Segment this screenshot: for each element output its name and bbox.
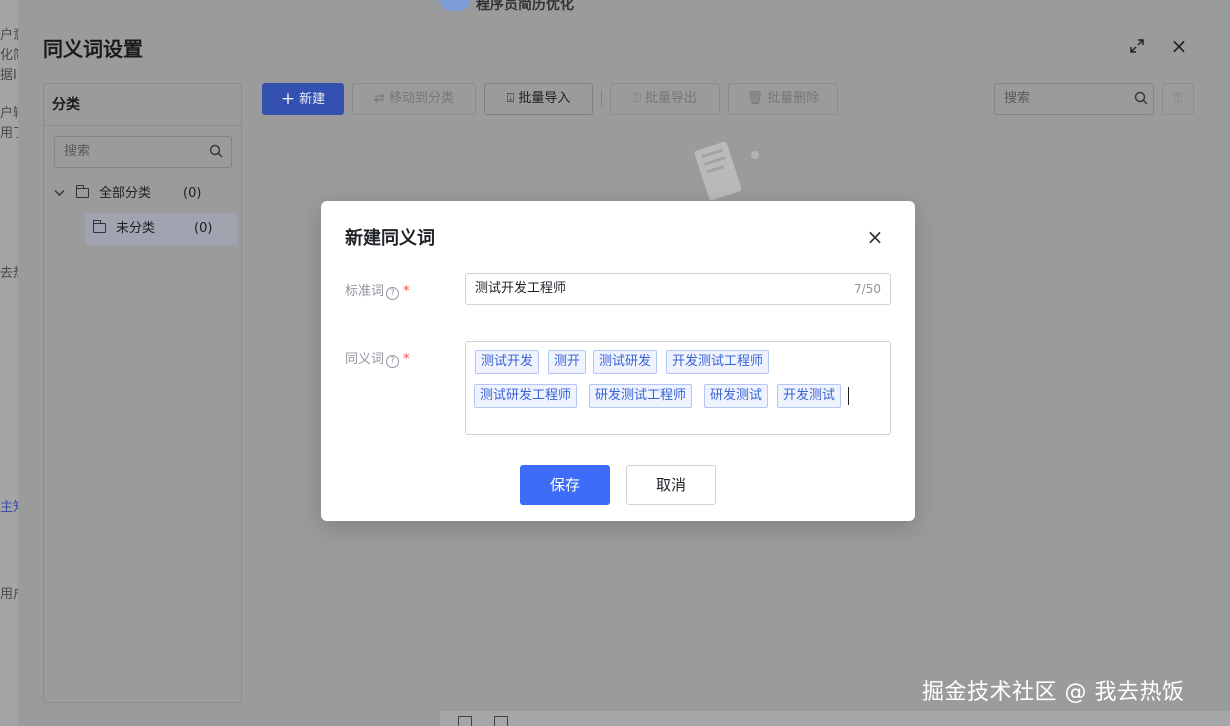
synonym-tag[interactable]: 开发测试工程师 [666, 350, 770, 374]
help-icon[interactable]: ? [386, 287, 400, 300]
folder-icon [494, 716, 508, 726]
synonym-tag[interactable]: 开发测试 [777, 384, 842, 408]
synonym-tag[interactable]: 测试研发 [593, 350, 658, 374]
import-button-label: 批量导入 [518, 91, 571, 106]
standard-word-value: 测试开发工程师 [475, 281, 567, 296]
export-icon: ⍐ [633, 91, 641, 106]
tree-item-uncategorized[interactable]: 未分类 (0) [85, 213, 237, 245]
tree-item-all[interactable]: 全部分类 (0) [54, 178, 234, 210]
plus-icon: + [280, 89, 296, 109]
bg-text-fragment: 用户 [0, 587, 18, 602]
folder-icon [92, 220, 106, 233]
category-search-input[interactable]: 搜索 [54, 136, 232, 168]
empty-state-illustration [694, 141, 759, 201]
synonym-label-text: 同义词 [345, 352, 385, 367]
category-header: 分类 [44, 84, 241, 126]
export-button-label: 批量导出 [644, 91, 697, 106]
close-icon[interactable]: × [865, 227, 885, 247]
tree-item-label: 全部分类 [99, 186, 152, 201]
required-marker: * [403, 284, 410, 299]
move-to-category-button[interactable]: ⇄ 移动到分类 [352, 83, 476, 115]
trash-icon: 🗑 [746, 91, 764, 106]
batch-import-button[interactable]: ⍗ 批量导入 [484, 83, 593, 115]
batch-delete-button[interactable]: 🗑 批量删除 [728, 83, 838, 115]
tree-item-label: 未分类 [116, 221, 156, 236]
move-button-label: 移动到分类 [388, 91, 454, 106]
toolbar-search-placeholder: 搜索 [1004, 91, 1031, 106]
synonym-tag[interactable]: 测开 [548, 350, 587, 374]
search-icon [209, 144, 223, 158]
synonym-tag[interactable]: 测试开发 [475, 350, 540, 374]
new-synonym-modal: 新建同义词 × 标准词? * 测试开发工程师 7/50 同义词? * 测试开发 测开… [321, 201, 915, 521]
category-panel: 分类 搜索 全部分类 (0) 未分类 (0) [43, 83, 242, 703]
required-marker: * [403, 352, 410, 367]
synonym-tag[interactable]: 研发测试 [704, 384, 769, 408]
synonym-tags-input[interactable]: 测试开发 测开 测试研发 开发测试工程师 测试研发工程师 研发测试工程师 研发测… [465, 341, 891, 435]
synonym-label: 同义词? * [345, 348, 410, 368]
new-button-label: 新建 [299, 92, 326, 107]
standard-word-label: 标准词? * [345, 280, 410, 300]
tree-item-count: (0) [183, 186, 202, 201]
text-caret [848, 387, 849, 405]
import-icon: ⍗ [506, 91, 515, 106]
category-search-placeholder: 搜索 [64, 144, 91, 159]
bg-text-fragment: 化简 [0, 48, 18, 63]
toolbar-search-input[interactable]: 搜索 [994, 83, 1154, 115]
char-counter: 7/50 [854, 282, 881, 296]
settings-close-icon[interactable]: × [1170, 36, 1188, 56]
modal-title: 新建同义词 [345, 228, 435, 249]
help-icon[interactable]: ? [386, 355, 400, 368]
synonym-tag[interactable]: 测试研发工程师 [474, 384, 578, 408]
bg-text-fragment: 去热 [0, 266, 18, 281]
batch-export-button[interactable]: ⍐ 批量导出 [610, 83, 720, 115]
standard-word-input[interactable]: 测试开发工程师 7/50 [465, 273, 891, 305]
bg-text-fragment: 主知 [0, 500, 18, 515]
save-button[interactable]: 保存 [520, 465, 610, 505]
standard-word-label-text: 标准词 [345, 284, 385, 299]
export-icon-button[interactable]: ⍐ [1162, 83, 1194, 115]
folder-icon [75, 185, 89, 198]
bg-text-fragment: 户意 [0, 28, 18, 43]
settings-title: 同义词设置 [43, 37, 143, 61]
toolbar-divider [601, 91, 602, 107]
expand-icon[interactable] [1129, 39, 1145, 55]
cancel-button[interactable]: 取消 [626, 465, 716, 505]
chevron-down-icon[interactable] [54, 178, 68, 210]
bg-text-fragment: 据I [0, 68, 17, 83]
watermark: 掘金技术社区 @ 我去热饭 [922, 680, 1185, 705]
bg-text-fragment: 户输 [0, 106, 18, 121]
tree-item-count: (0) [194, 221, 213, 236]
add-icon [458, 716, 472, 726]
bg-text-fragment: 用了 [0, 126, 18, 141]
background-bottom-bar [440, 711, 1230, 726]
new-button[interactable]: + 新建 [262, 83, 344, 115]
synonym-tag[interactable]: 研发测试工程师 [589, 384, 693, 408]
delete-button-label: 批量删除 [767, 91, 820, 106]
swap-icon: ⇄ [374, 91, 385, 106]
search-icon [1134, 91, 1148, 105]
